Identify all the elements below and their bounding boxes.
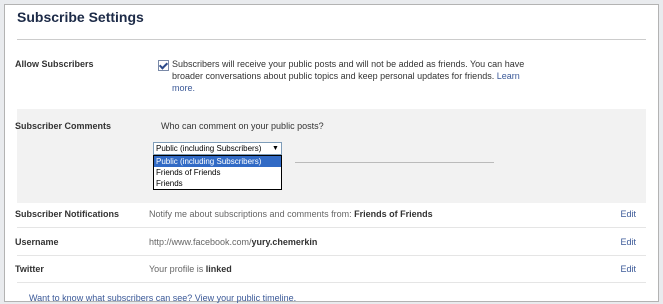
twitter-edit-link[interactable]: Edit [620,264,636,274]
username-prefix: http://www.facebook.com/ [149,237,252,247]
page-title: Subscribe Settings [17,9,144,25]
username-setting: http://www.facebook.com/yury.chemerkin [149,237,317,247]
twitter-prefix: Your profile is [149,264,206,274]
username-label: Username [15,237,59,247]
view-public-timeline-link[interactable]: Want to know what subscribers can see? V… [29,293,296,303]
row-divider [17,282,646,283]
notifications-value: Friends of Friends [354,209,433,219]
comments-audience-dropdown: Public (including Subscribers) Friends o… [153,155,282,190]
notifications-text: Notify me about subscriptions and commen… [149,209,355,219]
allow-subscribers-description: Subscribers will receive your public pos… [172,58,532,94]
twitter-label: Twitter [15,264,44,274]
option-friends[interactable]: Friends [154,178,281,189]
allow-subscribers-checkbox[interactable] [158,60,169,71]
comments-question: Who can comment on your public posts? [161,121,324,131]
notifications-setting: Notify me about subscriptions and commen… [149,209,433,219]
title-divider [17,39,646,40]
option-public[interactable]: Public (including Subscribers) [154,156,281,167]
username-edit-link[interactable]: Edit [620,237,636,247]
chevron-down-icon[interactable]: ▼ [271,144,280,153]
comments-audience-select[interactable]: Public (including Subscribers) ▼ [153,142,282,155]
subscriber-comments-label: Subscriber Comments [15,121,112,131]
row-divider [17,255,646,256]
option-friends-of-friends[interactable]: Friends of Friends [154,167,281,178]
username-value: yury.chemerkin [251,237,318,247]
section-divider-line [295,162,494,163]
subscribe-settings-panel: Subscribe Settings Allow Subscribers Sub… [4,4,659,303]
subscriber-notifications-label: Subscriber Notifications [15,209,120,219]
twitter-value: linked [205,264,232,274]
allow-description-text: Subscribers will receive your public pos… [172,59,525,81]
subscriber-comments-section [17,109,646,203]
twitter-setting: Your profile is linked [149,264,232,274]
row-divider [17,227,646,228]
select-value: Public (including Subscribers) [156,144,262,153]
allow-subscribers-label: Allow Subscribers [15,59,94,69]
notifications-edit-link[interactable]: Edit [620,209,636,219]
